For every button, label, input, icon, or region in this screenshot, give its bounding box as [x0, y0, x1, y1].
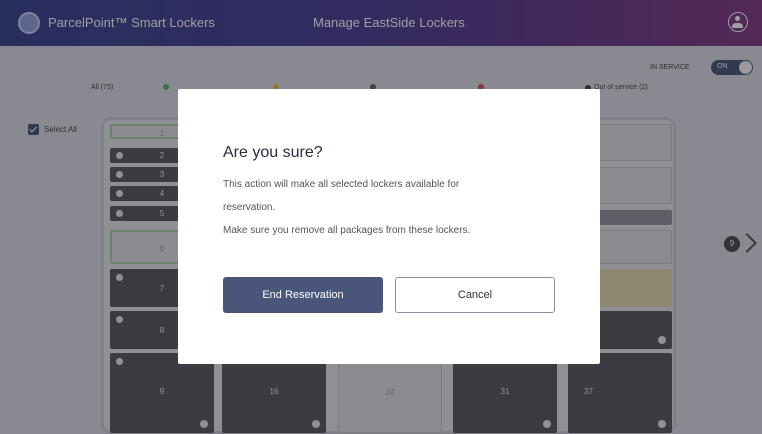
- dialog-message-line-1: This action will make all selected locke…: [223, 179, 460, 190]
- end-reservation-button[interactable]: End Reservation: [223, 277, 383, 313]
- cancel-button[interactable]: Cancel: [395, 277, 555, 313]
- dialog-title: Are you sure?: [223, 144, 323, 161]
- confirm-dialog: Are you sure? This action will make all …: [178, 89, 600, 364]
- dialog-message-line-2: reservation.: [223, 202, 276, 213]
- dialog-message-line-3: Make sure you remove all packages from t…: [223, 225, 471, 236]
